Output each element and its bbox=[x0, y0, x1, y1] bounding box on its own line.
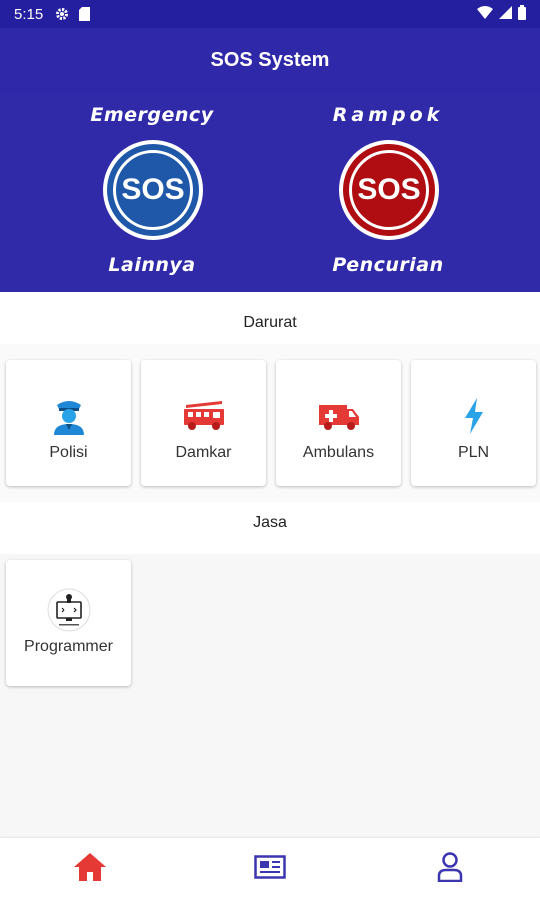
sos-rampok-text: SOS bbox=[349, 150, 429, 230]
tile-label: Ambulans bbox=[302, 444, 375, 461]
sos-hero: Emergency SOS Lainnya Rampok SOS Pencuri… bbox=[0, 92, 540, 292]
police-icon bbox=[51, 396, 87, 436]
tile-ambulans[interactable]: Ambulans bbox=[276, 360, 401, 486]
sos-card-rampok: Rampok SOS Pencurian bbox=[303, 104, 473, 284]
darurat-grid: Polisi Damkar Ambulans PLN bbox=[0, 344, 540, 502]
tile-programmer[interactable]: Programmer bbox=[6, 560, 131, 686]
tile-pln[interactable]: PLN bbox=[411, 360, 536, 486]
jasa-header: Jasa bbox=[0, 502, 540, 554]
home-icon bbox=[74, 852, 106, 886]
sos-emergency-label: Emergency bbox=[90, 104, 214, 126]
app-title: SOS System bbox=[210, 48, 330, 71]
tile-polisi[interactable]: Polisi bbox=[6, 360, 131, 486]
app-bar: SOS System bbox=[0, 28, 540, 92]
bottom-navigation bbox=[0, 838, 540, 900]
section-title-jasa: Jasa bbox=[253, 514, 287, 531]
programmer-icon bbox=[47, 588, 91, 632]
sos-emergency-text: SOS bbox=[113, 150, 193, 230]
nav-home[interactable] bbox=[0, 838, 180, 900]
darurat-header: Darurat bbox=[0, 292, 540, 344]
ambulance-icon bbox=[317, 396, 361, 436]
sos-rampok-label: Rampok bbox=[332, 104, 444, 126]
nav-profile[interactable] bbox=[360, 838, 540, 900]
tile-label: Polisi bbox=[49, 444, 88, 461]
nav-news[interactable] bbox=[180, 838, 360, 900]
tile-label: Damkar bbox=[175, 444, 232, 461]
lightning-icon bbox=[463, 396, 485, 436]
status-time: 5:15 bbox=[14, 5, 44, 23]
sd-card-icon bbox=[79, 7, 91, 21]
tile-damkar[interactable]: Damkar bbox=[141, 360, 266, 486]
news-icon bbox=[254, 854, 286, 884]
sos-pencurian-label: Pencurian bbox=[332, 254, 444, 276]
signal-icon bbox=[499, 5, 512, 23]
jasa-grid: Programmer bbox=[0, 554, 540, 838]
sos-card-emergency: Emergency SOS Lainnya bbox=[67, 104, 237, 284]
tile-label: Programmer bbox=[24, 638, 113, 655]
tile-label: PLN bbox=[457, 444, 490, 461]
fire-truck-icon bbox=[182, 396, 226, 436]
section-title-darurat: Darurat bbox=[243, 314, 297, 331]
battery-icon bbox=[518, 4, 526, 24]
status-bar: 5:15 bbox=[0, 0, 540, 28]
wifi-icon bbox=[477, 5, 493, 23]
sos-lainnya-label: Lainnya bbox=[108, 254, 196, 276]
settings-icon bbox=[55, 7, 69, 21]
sos-emergency-button[interactable]: SOS bbox=[103, 140, 203, 240]
profile-icon bbox=[437, 851, 463, 887]
sos-rampok-button[interactable]: SOS bbox=[339, 140, 439, 240]
